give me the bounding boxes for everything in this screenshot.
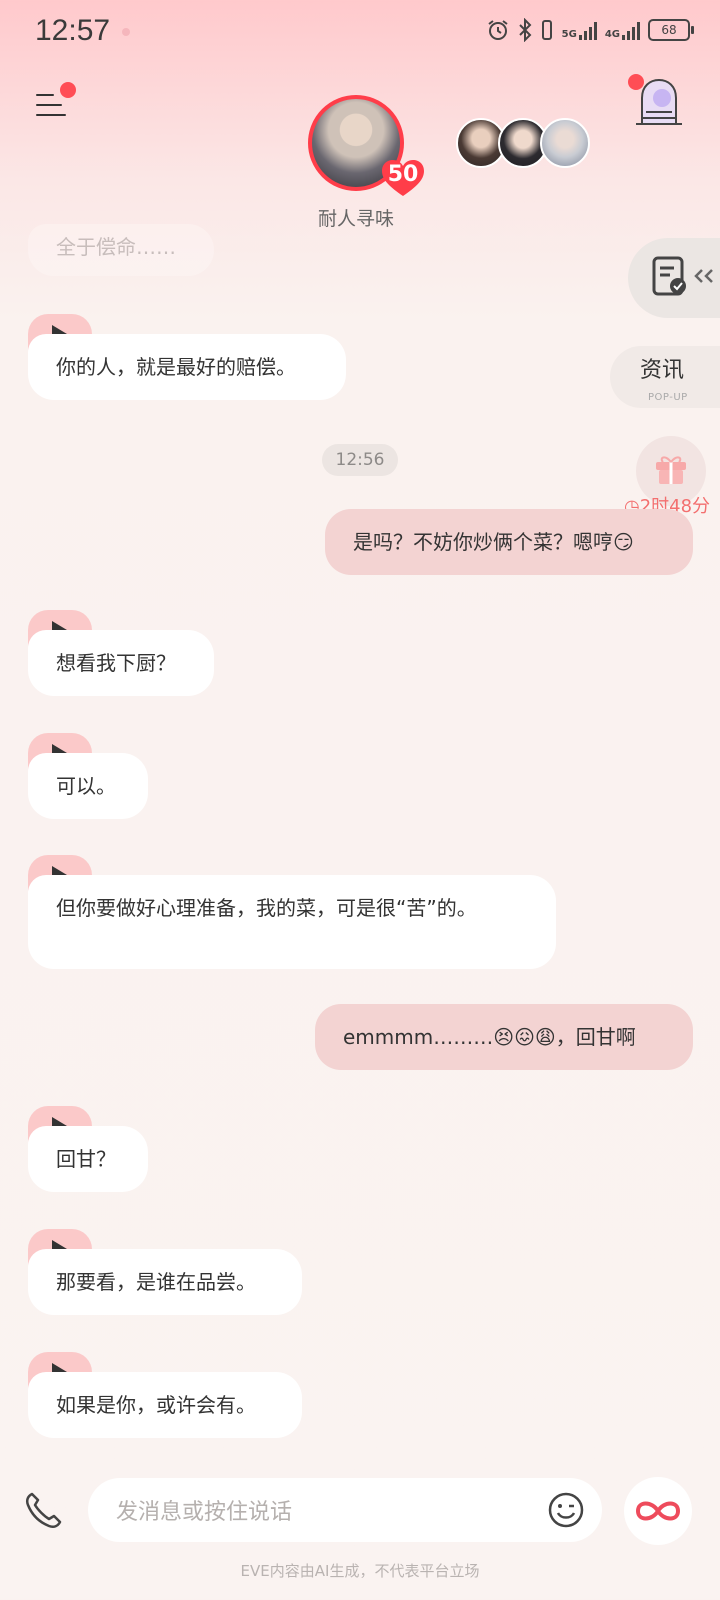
gift-icon bbox=[656, 456, 686, 484]
infinity-icon bbox=[635, 1501, 681, 1521]
message-text: 想看我下厨？ bbox=[56, 651, 176, 675]
message-text: 那要看，是谁在品尝。 bbox=[56, 1270, 256, 1294]
status-time: 12:57 bbox=[35, 14, 111, 47]
message-text: emmmm………😣😖😩，回甘啊 bbox=[343, 1025, 636, 1049]
menu-badge-dot bbox=[60, 82, 76, 98]
message-incoming: 可以。 bbox=[28, 753, 148, 819]
message-incoming: 但你要做好心理准备，我的菜，可是很“苦”的。 bbox=[28, 875, 556, 969]
net-type-4g: 4G bbox=[604, 29, 620, 40]
bluetooth-icon bbox=[518, 18, 532, 42]
message-input-placeholder: 发消息或按住说话 bbox=[116, 1500, 293, 1525]
message-text: 可以。 bbox=[56, 774, 116, 798]
document-tab[interactable] bbox=[628, 238, 720, 318]
message-incoming: 回甘？ bbox=[28, 1126, 148, 1192]
emoji-icon[interactable] bbox=[548, 1492, 584, 1528]
signal-4g: 4G bbox=[605, 20, 640, 40]
ai-disclaimer: EVE内容由AI生成，不代表平台立场 bbox=[240, 1562, 480, 1580]
double-chevron-left-icon bbox=[694, 269, 713, 283]
message-text: 如果是你，或许会有。 bbox=[56, 1393, 256, 1417]
battery-icon: 68 bbox=[648, 19, 694, 41]
castle-icon[interactable] bbox=[628, 74, 686, 130]
message-text: 回甘？ bbox=[56, 1147, 116, 1171]
castle-badge-dot bbox=[628, 74, 644, 90]
news-label: 资讯 bbox=[640, 358, 685, 383]
message-outgoing: emmmm………😣😖😩，回甘啊 bbox=[315, 1004, 693, 1070]
notification-dot-icon bbox=[122, 28, 130, 36]
message-incoming: 想看我下厨？ bbox=[28, 630, 214, 696]
vibrate-icon bbox=[541, 20, 552, 40]
alarm-icon bbox=[488, 20, 508, 40]
message-incoming: 如果是你，或许会有。 bbox=[28, 1372, 302, 1438]
message-text: 但你要做好心理准备，我的菜，可是很“苦”的。 bbox=[56, 896, 477, 920]
status-icons: 5G 4G 68 bbox=[486, 18, 694, 42]
infinity-button[interactable] bbox=[624, 1477, 692, 1545]
message-incoming: 你的人，就是最好的赔偿。 bbox=[28, 334, 346, 400]
net-type-5g: 5G bbox=[561, 29, 577, 40]
document-check-icon bbox=[652, 256, 686, 296]
message-incoming: 那要看，是谁在品尝。 bbox=[28, 1249, 302, 1315]
phone-icon[interactable] bbox=[22, 1488, 66, 1532]
level-value: 50 bbox=[387, 162, 419, 187]
message-outgoing: 是吗？不妨你炒俩个菜？嗯哼😏 bbox=[325, 509, 693, 575]
signal-5g: 5G bbox=[562, 20, 597, 40]
friend-avatar-3[interactable] bbox=[540, 118, 590, 168]
message-text: 全于偿命…… bbox=[56, 235, 176, 259]
news-sub-label: POP-UP bbox=[648, 392, 688, 403]
time-divider: 12:56 bbox=[322, 444, 398, 476]
message-text: 是吗？不妨你炒俩个菜？嗯哼😏 bbox=[353, 530, 634, 554]
message-faded: 全于偿命…… bbox=[28, 224, 214, 276]
menu-button[interactable] bbox=[36, 82, 76, 120]
character-name[interactable]: 耐人寻味 bbox=[300, 204, 412, 231]
message-text: 你的人，就是最好的赔偿。 bbox=[56, 355, 296, 379]
